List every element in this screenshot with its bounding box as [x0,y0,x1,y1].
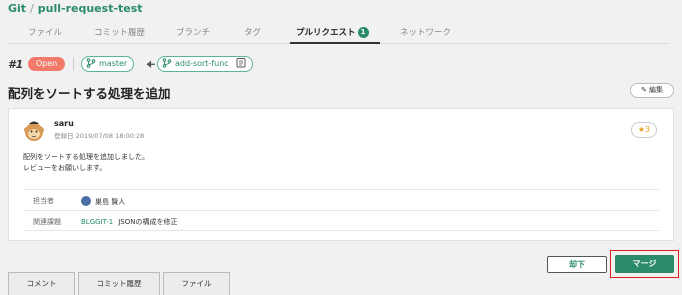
assignee-label: 担当者 [33,197,54,205]
assignee-avatar [81,196,91,206]
avatar [24,121,44,141]
tab-commit-history[interactable]: コミット履歴 [94,26,145,38]
arrow-left-icon: 🠈 [146,60,156,71]
repo-tabs: ファイル コミット履歴 ブランチ タグ プルリクエスト 1 ネットワーク [8,22,670,44]
target-branch[interactable]: master [81,56,135,72]
divider [73,57,74,71]
registered-date: 登録日 2019/07/08 18:00:28 [54,132,145,140]
star-count: 3 [645,125,651,134]
author-name[interactable]: saru [54,119,74,128]
merge-button[interactable]: マージ [615,255,674,273]
tab-network[interactable]: ネットワーク [400,26,451,38]
pr-number: #1 [8,58,24,71]
tab-files[interactable]: ファイル [28,26,62,38]
related-issue-value: BLGGIT-1 JSONの構成を修正 [81,217,178,227]
assignee-name: 巣島 賢人 [95,198,126,206]
breadcrumb-root[interactable]: Git [8,2,26,15]
breadcrumb-repo[interactable]: pull-request-test [38,2,143,15]
related-issue-row: 関連課題 BLGGIT-1 JSONの構成を修正 [23,210,659,231]
branch-icon [86,58,96,68]
star-button[interactable]: ★3 [631,122,657,138]
tab-comments[interactable]: コメント [8,272,75,295]
pencil-icon: ✎ [640,86,647,94]
tab-tags[interactable]: タグ [244,26,261,38]
related-issue-title: JSONの構成を修正 [118,218,178,226]
assignee-value: 巣島 賢人 [81,196,125,207]
tab-pr-files[interactable]: ファイル [163,272,230,295]
assignee-row: 担当者 巣島 賢人 [23,189,659,210]
source-branch-name: add-sort-func [175,59,229,68]
target-branch-name: master [99,59,128,68]
active-tab-indicator [290,42,380,44]
comment-body-line: 配列をソートする処理を追加しました。 [23,153,149,161]
breadcrumb: Git / pull-request-test [8,2,143,15]
source-branch[interactable]: add-sort-func [157,56,254,72]
branch-icon [162,58,172,68]
related-issue-label: 関連課題 [33,218,61,226]
reject-button[interactable]: 却下 [547,256,607,273]
pull-request-card: saru 登録日 2019/07/08 18:00:28 ★3 配列をソートする… [8,108,674,241]
comment-body-line: レビューをお願いします。 [23,164,107,172]
tab-pr-commit-history[interactable]: コミット履歴 [78,272,160,295]
related-issue-link[interactable]: BLGGIT-1 [81,218,113,226]
edit-button-label: 編集 [649,86,664,94]
copy-icon[interactable] [236,57,246,68]
star-icon: ★ [637,125,646,134]
tab-pull-requests-label: プルリクエスト [296,28,356,38]
breadcrumb-separator: / [30,2,34,15]
tab-branches[interactable]: ブランチ [176,26,210,38]
page-title: 配列をソートする処理を追加 [8,86,171,101]
edit-button[interactable]: ✎ 編集 [630,83,674,98]
pull-request-count-badge: 1 [357,27,369,38]
tab-pull-requests[interactable]: プルリクエスト 1 [296,26,369,38]
status-badge: Open [28,57,65,71]
